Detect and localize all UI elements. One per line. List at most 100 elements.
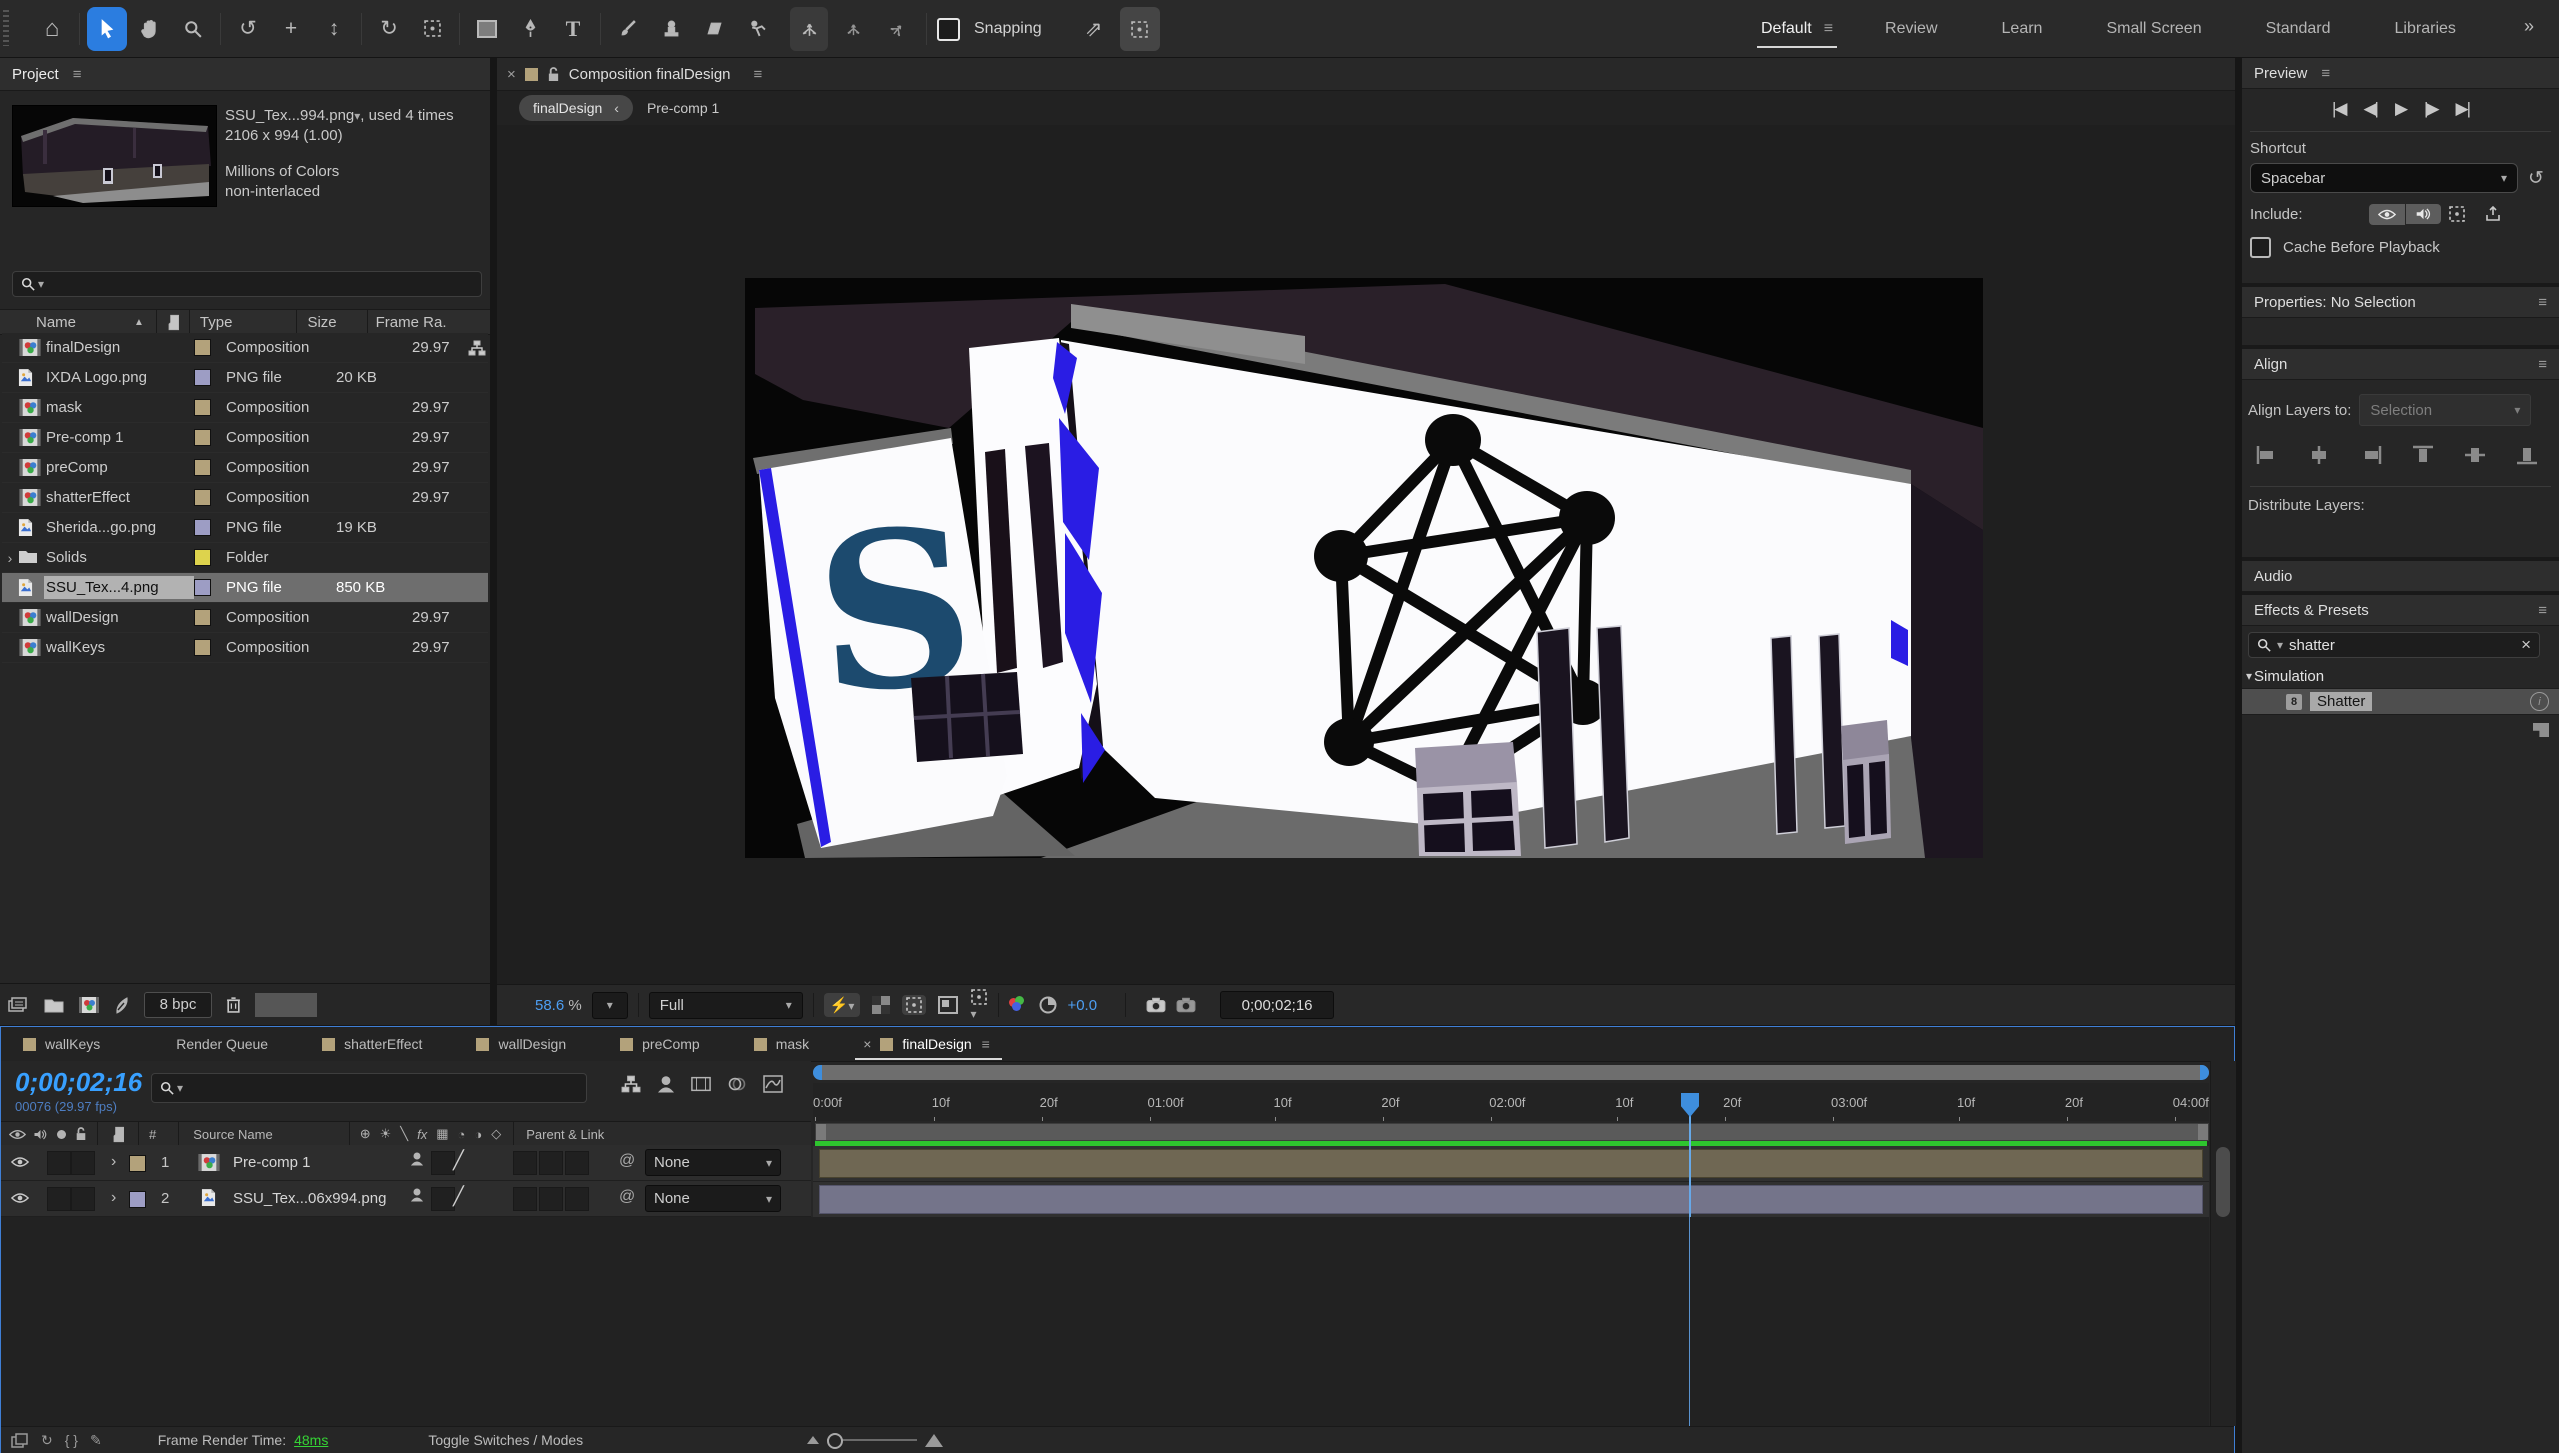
include-audio-button[interactable] <box>2406 204 2441 224</box>
project-panel-menu-icon[interactable]: ≡ <box>73 66 82 83</box>
previous-frame-button[interactable]: ◀| <box>2363 99 2377 119</box>
zoom-out-mountain-icon[interactable] <box>807 1436 819 1444</box>
comp-viewer[interactable]: S <box>745 278 1983 858</box>
project-item-row[interactable]: › wallKeys Composition 29.97 <box>2 633 488 663</box>
include-video-button[interactable] <box>2369 204 2405 225</box>
pan-camera-tool[interactable]: + <box>271 7 311 51</box>
workspace-tab[interactable]: Libraries <box>2395 20 2468 38</box>
crop-region-icon[interactable]: ▾ <box>970 989 988 1022</box>
render-order-icon[interactable]: ↻ <box>41 1432 53 1449</box>
timeline-tab[interactable]: wallKeys <box>1 1027 132 1061</box>
threed-switch-icon[interactable]: ◇ <box>491 1126 501 1142</box>
timeline-search-input[interactable]: ▾ <box>151 1073 587 1103</box>
zoom-in-mountain-icon[interactable] <box>925 1434 943 1447</box>
timeline-tab[interactable]: shatterEffect <box>300 1027 454 1061</box>
project-flowchart-icon[interactable] <box>114 996 130 1014</box>
frame-blend-switch-icon[interactable]: ▦ <box>436 1126 448 1142</box>
clone-stamp-tool[interactable] <box>651 7 691 51</box>
layer-bar-png[interactable] <box>819 1185 2203 1214</box>
layer-quality-icon[interactable]: ╱ <box>453 1186 464 1207</box>
timeline-zoom-slider[interactable] <box>827 1439 917 1441</box>
effects-search-input[interactable]: ▾ shatter × <box>2248 632 2540 658</box>
sort-ascending-icon[interactable]: ▲ <box>134 317 144 328</box>
number-column[interactable]: # <box>149 1127 156 1142</box>
comp-timecode[interactable]: 0;00;02;16 <box>1220 991 1334 1019</box>
lock-column-icon[interactable] <box>75 1127 87 1141</box>
adjustment-switch-icon[interactable]: ◑ <box>474 1127 482 1142</box>
effects-category-simulation[interactable]: ▾ Simulation <box>2242 664 2559 688</box>
rotation-tool[interactable]: ↻ <box>369 7 409 51</box>
timeline-tab[interactable]: preComp <box>598 1027 732 1061</box>
snapping-checkbox[interactable] <box>937 18 960 41</box>
interpret-footage-icon[interactable] <box>8 997 30 1013</box>
graph-editor-icon[interactable] <box>763 1075 783 1093</box>
workspace-tab[interactable]: Small Screen <box>2106 20 2213 38</box>
parent-dropdown[interactable]: None▾ <box>645 1149 781 1176</box>
exposure-value[interactable]: +0.0 <box>1067 997 1097 1014</box>
audio-title[interactable]: Audio <box>2254 568 2292 585</box>
zoom-tool[interactable] <box>173 7 213 51</box>
selection-tool[interactable] <box>87 7 127 51</box>
quality-switch-icon[interactable]: ╲ <box>400 1126 408 1142</box>
close-tab-icon[interactable]: × <box>863 1036 871 1052</box>
parent-pickwhip-icon[interactable]: @ <box>619 1152 635 1170</box>
project-item-row[interactable]: › shatterEffect Composition 29.97 <box>2 483 488 513</box>
fast-preview-icon[interactable]: ⚡▾ <box>824 993 861 1017</box>
align-bottom-button[interactable] <box>2510 442 2544 468</box>
workspace-tab[interactable]: Learn <box>2002 20 2055 38</box>
column-size[interactable]: Size <box>307 314 336 331</box>
source-name-column[interactable]: Source Name <box>193 1127 272 1142</box>
layer-label-swatch[interactable] <box>129 1155 146 1172</box>
audio-column-icon[interactable] <box>33 1128 48 1141</box>
effect-info-icon[interactable]: i <box>2530 692 2549 711</box>
show-snapshot-icon[interactable] <box>1176 997 1196 1013</box>
project-item-row[interactable]: › Solids Folder <box>2 543 488 573</box>
magnification-dropdown[interactable]: ▾ <box>592 992 628 1019</box>
layer-label-swatch[interactable] <box>129 1191 146 1208</box>
timeline-tab[interactable]: mask <box>732 1027 841 1061</box>
new-folder-icon[interactable] <box>44 997 64 1013</box>
layer-shy-icon[interactable] <box>409 1187 425 1203</box>
last-frame-button[interactable]: ▶| <box>2456 99 2470 119</box>
footage-thumbnail[interactable] <box>12 105 217 207</box>
tab-menu-icon[interactable]: ≡ <box>982 1036 990 1052</box>
column-type[interactable]: Type <box>200 314 233 331</box>
next-frame-button[interactable]: |▶ <box>2424 99 2438 119</box>
align-left-button[interactable] <box>2250 442 2284 468</box>
include-overlays-button[interactable] <box>2441 203 2473 225</box>
cache-before-playback-checkbox[interactable] <box>2250 237 2271 258</box>
transparency-grid-icon[interactable] <box>872 996 890 1014</box>
video-column-icon[interactable] <box>9 1129 26 1140</box>
collapse-switch-icon[interactable]: ☀ <box>380 1126 392 1142</box>
layer-expand-chevron[interactable]: › <box>111 1189 116 1207</box>
work-area-start-handle[interactable] <box>816 1124 826 1140</box>
align-to-dropdown[interactable]: Selection▾ <box>2359 394 2531 426</box>
dolly-camera-tool[interactable]: ↕ <box>314 7 354 51</box>
panel-corner-icon[interactable] <box>2533 723 2549 737</box>
effect-name[interactable]: Shatter <box>2310 692 2372 711</box>
type-tool[interactable]: T <box>553 7 593 51</box>
effects-switch-icon[interactable]: fx <box>417 1127 427 1142</box>
breadcrumb-back-icon[interactable]: ‹ <box>614 100 619 116</box>
expand-layers-icon[interactable] <box>11 1433 29 1448</box>
delete-item-icon[interactable] <box>226 996 241 1013</box>
timeline-tab[interactable]: × finalDesign ≡ <box>841 1027 1012 1061</box>
shy-switch-icon[interactable]: ⊕ <box>360 1126 371 1142</box>
brush-tool[interactable] <box>608 7 648 51</box>
frame-blend-icon[interactable] <box>691 1075 711 1093</box>
workspace-overflow-icon[interactable]: » <box>2524 16 2534 37</box>
comp-mini-flowchart-icon[interactable] <box>621 1075 641 1093</box>
project-item-row[interactable]: › finalDesign Composition 29.97 <box>2 333 488 363</box>
layer-visibility-icon[interactable] <box>11 1192 29 1204</box>
close-tab-icon[interactable]: × <box>507 66 516 83</box>
layer-source-name[interactable]: SSU_Tex...06x994.png <box>233 1190 386 1207</box>
region-of-interest-icon[interactable] <box>902 995 926 1015</box>
exposure-icon[interactable] <box>1039 996 1057 1014</box>
preview-menu-icon[interactable]: ≡ <box>2321 65 2330 82</box>
zoom-bar-left-handle[interactable] <box>813 1065 822 1080</box>
channel-icon[interactable] <box>1009 996 1029 1014</box>
footage-filename[interactable]: SSU_Tex...994.png <box>225 107 354 124</box>
align-menu-icon[interactable]: ≡ <box>2538 356 2547 373</box>
project-item-row[interactable]: › Sherida...go.png PNG file 19 KB <box>2 513 488 543</box>
workspace-tab[interactable]: Default≡ <box>1761 20 1833 38</box>
